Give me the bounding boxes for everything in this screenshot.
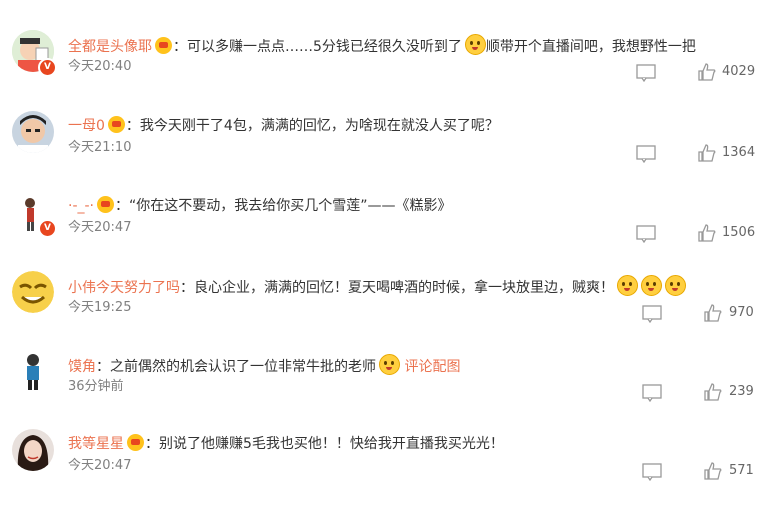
like-count: 970: [729, 305, 754, 320]
comment-line: 小伟今天努力了吗：良心企业，满满的回忆！夏天喝啤酒的时候，拿一块放里边，贼爽！: [68, 275, 755, 297]
comment-line: 全都是头像耶 ：可以多赚一点点……5分钱已经很久没听到了 顺带开个直播间吧，我想野性…: [68, 34, 755, 56]
member-badge-icon: [155, 37, 172, 54]
reply-icon[interactable]: [642, 384, 662, 402]
reply-icon[interactable]: [636, 225, 656, 243]
comment-item: V ·-_-· ：“你在这不要动，我去给你买几个雪莲”——《糕影》 今天20:47…: [0, 191, 775, 271]
like-count: 239: [729, 384, 754, 399]
comment-text-continued: 顺带开个直播间吧，我想野性一把: [485, 39, 696, 55]
thumbs-up-icon[interactable]: [703, 382, 723, 402]
member-badge-icon: [127, 434, 144, 451]
member-badge-icon: [107, 116, 125, 133]
comment-time: 今天20:47: [68, 220, 132, 235]
smirk-emoji-icon: [617, 275, 638, 296]
avatar[interactable]: [12, 111, 54, 153]
username-link[interactable]: 小伟今天努力了吗: [68, 280, 180, 296]
comment-line: 馍角：之前偶然的机会认识了一位非常牛批的老师 评论配图: [68, 354, 755, 376]
avatar[interactable]: [12, 350, 54, 392]
member-badge-icon: [97, 196, 115, 213]
like-count: 1506: [722, 225, 756, 240]
verified-badge-icon: V: [38, 219, 57, 238]
thumbs-up-icon[interactable]: [697, 62, 717, 82]
comment-item: 一母0 ：我今天刚干了4包，满满的回忆，为啥现在就没人买了呢？ 今天21:10 1…: [0, 111, 775, 191]
verified-badge-icon: V: [38, 58, 57, 77]
comment-text: ：良心企业，满满的回忆！夏天喝啤酒的时候，拿一块放里边，贼爽！: [180, 280, 614, 296]
comment-item: V 全都是头像耶 ：可以多赚一点点……5分钱已经很久没听到了 顺带开个直播间吧，我想…: [0, 30, 775, 110]
username-link[interactable]: ·-_-·: [68, 198, 94, 214]
comment-item: 馍角：之前偶然的机会认识了一位非常牛批的老师 评论配图 36分钟前 239: [0, 350, 775, 430]
avatar[interactable]: [12, 429, 54, 471]
comment-text: ：可以多赚一点点……5分钱已经很久没听到了: [173, 39, 462, 55]
like-count: 1364: [722, 145, 756, 160]
like-count: 571: [729, 463, 754, 478]
thumbs-up-icon[interactable]: [697, 223, 717, 243]
thumbs-up-icon[interactable]: [703, 303, 723, 323]
comment-line: 我等星星 ：别说了他赚赚5毛我也买他！！快给我开直播我买光光！: [68, 433, 755, 455]
comment-time: 今天21:10: [68, 140, 132, 155]
comment-text: ：“你在这不要动，我去给你买几个雪莲”——《糕影》: [115, 198, 452, 214]
username-link[interactable]: 一母0: [68, 118, 105, 134]
smirk-emoji-icon: [665, 275, 686, 296]
comment-item: 我等星星 ：别说了他赚赚5毛我也买他！！快给我开直播我买光光！ 今天20:47 5…: [0, 429, 775, 509]
standing-figure-avatar-icon: [12, 350, 54, 392]
laughing-emoji-icon: [464, 34, 486, 55]
avatar[interactable]: [12, 271, 54, 313]
username-link[interactable]: 馍角: [68, 359, 96, 375]
comment-text: ：之前偶然的机会认识了一位非常牛批的老师: [96, 359, 376, 375]
girl-avatar-icon: [12, 429, 54, 471]
thumbs-up-icon[interactable]: [697, 143, 717, 163]
comment-line: 一母0 ：我今天刚干了4包，满满的回忆，为啥现在就没人买了呢？: [68, 115, 755, 137]
like-count: 4029: [722, 64, 756, 79]
smirk-emoji-icon: [641, 275, 662, 296]
person-avatar-icon: [12, 111, 54, 153]
reply-icon[interactable]: [642, 463, 662, 481]
doge-emoji-icon: [379, 354, 400, 375]
reply-icon[interactable]: [636, 64, 656, 82]
comment-text: ：我今天刚干了4包，满满的回忆，为啥现在就没人买了呢？: [125, 118, 499, 134]
username-link[interactable]: 全都是头像耶: [68, 39, 152, 55]
comment-item: 小伟今天努力了吗：良心企业，满满的回忆！夏天喝啤酒的时候，拿一块放里边，贼爽！ …: [0, 271, 775, 351]
comment-time: 36分钟前: [68, 379, 124, 394]
comment-image-link[interactable]: 评论配图: [404, 359, 460, 375]
reply-icon[interactable]: [642, 305, 662, 323]
thumbs-up-icon[interactable]: [703, 461, 723, 481]
comment-line: ·-_-· ：“你在这不要动，我去给你买几个雪莲”——《糕影》: [68, 195, 755, 217]
comment-time: 今天20:40: [68, 59, 132, 74]
reply-icon[interactable]: [636, 145, 656, 163]
comment-time: 今天19:25: [68, 300, 132, 315]
smile-avatar-icon: [12, 271, 54, 313]
username-link[interactable]: 我等星星: [68, 436, 124, 452]
comment-text: ：别说了他赚赚5毛我也买他！！快给我开直播我买光光！: [145, 436, 504, 452]
comment-time: 今天20:47: [68, 458, 132, 473]
